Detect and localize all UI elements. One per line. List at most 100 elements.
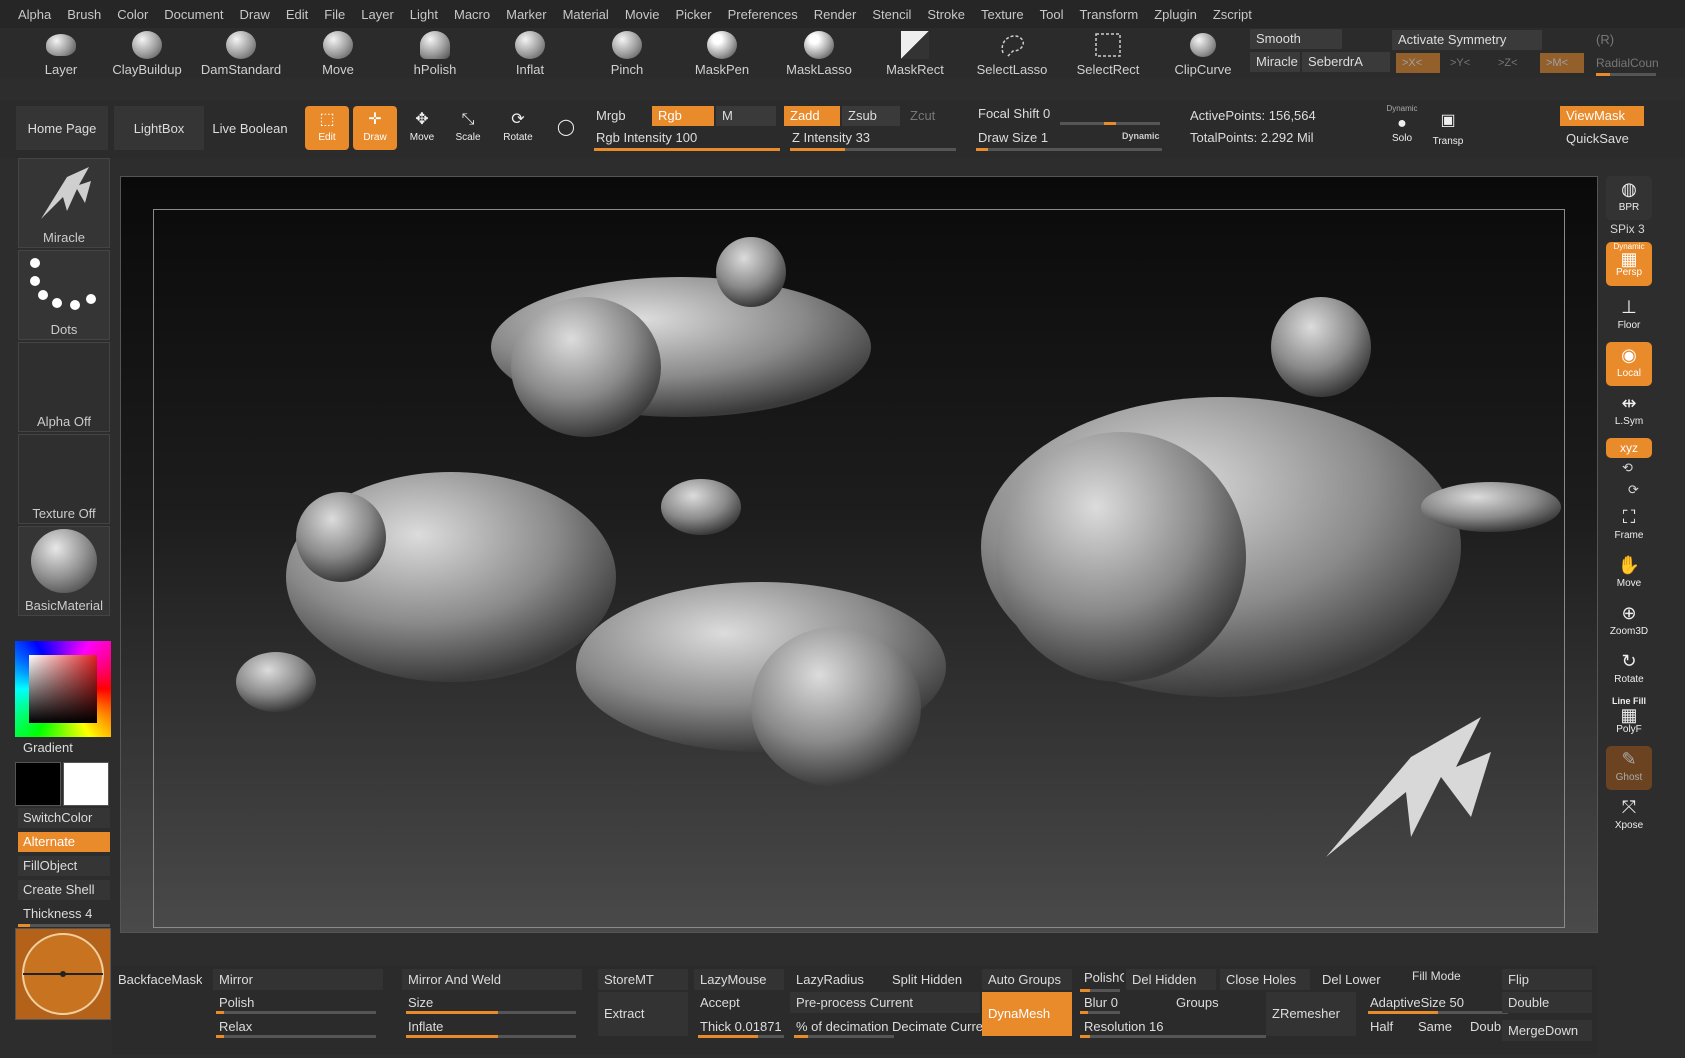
transp-button[interactable]: ▣ Transp	[1426, 104, 1470, 148]
polishg-button[interactable]: PolishG	[1078, 967, 1124, 988]
brush-selectlasso-button[interactable]: SelectLasso	[969, 28, 1055, 77]
focal-shift-slider[interactable]: Focal Shift 0	[972, 104, 1162, 124]
symmetry-x-button[interactable]: >X<	[1396, 53, 1440, 73]
z-intensity-slider[interactable]: Z Intensity 33	[786, 128, 956, 148]
menu-marker[interactable]: Marker	[498, 7, 554, 22]
ghost-button[interactable]: ✎ Ghost	[1606, 746, 1652, 790]
del-hidden-button[interactable]: Del Hidden	[1126, 969, 1216, 990]
menu-draw[interactable]: Draw	[232, 7, 278, 22]
auto-groups-button[interactable]: Auto Groups	[982, 969, 1072, 990]
fill-mode-button[interactable]: Fill Mode	[1406, 966, 1496, 987]
mrgb-button[interactable]: Mrgb	[590, 106, 650, 126]
frame-button[interactable]: ⛶ Frame	[1606, 504, 1652, 548]
inflate-slider[interactable]: Inflate	[402, 1016, 542, 1037]
menu-tool[interactable]: Tool	[1032, 7, 1072, 22]
brush-pinch-button[interactable]: Pinch	[584, 28, 670, 77]
symmetry-m-button[interactable]: >M<	[1540, 53, 1584, 73]
close-holes-button[interactable]: Close Holes	[1220, 969, 1310, 990]
extract-button[interactable]: Extract	[598, 992, 688, 1036]
menu-transform[interactable]: Transform	[1071, 7, 1146, 22]
switchcolor-button[interactable]: SwitchColor	[18, 808, 110, 828]
double-button[interactable]: Double	[1502, 992, 1592, 1013]
menu-color[interactable]: Color	[109, 7, 156, 22]
quicksave-button[interactable]: QuickSave	[1560, 129, 1644, 149]
brush-hpolish-button[interactable]: hPolish	[392, 28, 478, 77]
lazyradius-slider[interactable]: LazyRadius	[790, 969, 880, 990]
storemt-button[interactable]: StoreMT	[598, 969, 688, 990]
brush-curve-preview[interactable]	[15, 928, 111, 1020]
decimate-current-button[interactable]: Decimate Current	[886, 1016, 996, 1037]
edit-mode-button[interactable]: ⬚ Edit	[305, 106, 349, 150]
menu-brush[interactable]: Brush	[59, 7, 109, 22]
color-square[interactable]	[29, 655, 97, 723]
menu-zplugin[interactable]: Zplugin	[1146, 7, 1205, 22]
brush-layer-button[interactable]: Layer	[18, 28, 104, 77]
gradient-label[interactable]: Gradient	[18, 738, 110, 758]
home-page-button[interactable]: Home Page	[16, 106, 108, 150]
menu-picker[interactable]: Picker	[668, 7, 720, 22]
sphere-toggle-button[interactable]: ◯	[546, 106, 586, 150]
menu-zscript[interactable]: Zscript	[1205, 7, 1260, 22]
xyz-rotate-button[interactable]: xyz	[1606, 438, 1652, 458]
mirror-button[interactable]: Mirror	[213, 969, 383, 990]
menu-render[interactable]: Render	[806, 7, 865, 22]
rotate-y-icon[interactable]: ⟲	[1622, 460, 1633, 476]
draw-size-slider[interactable]: Draw Size 1	[972, 128, 1082, 148]
secondary-color-swatch[interactable]	[63, 762, 109, 806]
groups-toggle[interactable]: Groups	[1170, 992, 1230, 1013]
menu-macro[interactable]: Macro	[446, 7, 498, 22]
menu-layer[interactable]: Layer	[353, 7, 402, 22]
main-color-swatch[interactable]	[15, 762, 61, 806]
brush-maskpen-button[interactable]: MaskPen	[679, 28, 765, 77]
mergedown-button[interactable]: MergeDown	[1502, 1020, 1592, 1041]
bpr-button[interactable]: ◍ BPR	[1606, 176, 1652, 220]
move-mode-button[interactable]: ✥ Move	[400, 106, 444, 150]
menu-stencil[interactable]: Stencil	[864, 7, 919, 22]
blur-slider[interactable]: Blur 0	[1078, 992, 1168, 1013]
del-lower-button[interactable]: Del Lower	[1316, 969, 1402, 990]
live-boolean-button[interactable]: Live Boolean	[208, 106, 292, 150]
accept-button[interactable]: Accept	[694, 992, 784, 1013]
menu-material[interactable]: Material	[555, 7, 617, 22]
brush-maskrect-button[interactable]: MaskRect	[872, 28, 958, 77]
menu-file[interactable]: File	[316, 7, 353, 22]
half-button[interactable]: Half	[1364, 1016, 1410, 1037]
local-button[interactable]: ◉ Local	[1606, 342, 1652, 386]
menu-texture[interactable]: Texture	[973, 7, 1032, 22]
miracle-field[interactable]: Miracle	[1250, 52, 1300, 72]
brush-clipcurve-button[interactable]: ClipCurve	[1160, 28, 1246, 77]
menu-light[interactable]: Light	[402, 7, 446, 22]
brush-damstandard-button[interactable]: DamStandard	[198, 28, 284, 77]
menu-movie[interactable]: Movie	[617, 7, 668, 22]
alpha-selector[interactable]: Alpha Off	[18, 342, 110, 432]
viewmask-button[interactable]: ViewMask	[1560, 106, 1644, 126]
floor-button[interactable]: ⊥ Floor	[1606, 294, 1652, 338]
brush-selectrect-button[interactable]: SelectRect	[1065, 28, 1151, 77]
lazymouse-button[interactable]: LazyMouse	[694, 969, 784, 990]
m-button[interactable]: M	[716, 106, 776, 126]
move-view-button[interactable]: ✋ Move	[1606, 552, 1652, 596]
smooth-field[interactable]: Smooth	[1250, 29, 1342, 49]
scale-mode-button[interactable]: ⤡ Scale	[446, 106, 490, 150]
spix-slider[interactable]: SPix 3	[1610, 222, 1645, 236]
menu-document[interactable]: Document	[156, 7, 231, 22]
solo-button[interactable]: Dynamic ● Solo	[1380, 104, 1424, 148]
brush-claybuildup-button[interactable]: ClayBuildup	[104, 28, 190, 77]
rotate-mode-button[interactable]: ⟳ Rotate	[496, 106, 540, 150]
material-selector[interactable]: BasicMaterial	[18, 526, 110, 616]
zcut-button[interactable]: Zcut	[904, 106, 960, 126]
resolution-slider[interactable]: Resolution 16	[1078, 1016, 1268, 1037]
menu-stroke[interactable]: Stroke	[919, 7, 973, 22]
rgb-intensity-slider[interactable]: Rgb Intensity 100	[590, 128, 780, 148]
brush-selector[interactable]: Miracle	[18, 158, 110, 248]
brush-masklasso-button[interactable]: MaskLasso	[776, 28, 862, 77]
fillobject-button[interactable]: FillObject	[18, 856, 110, 876]
preprocess-current-button[interactable]: Pre-process Current	[790, 992, 980, 1013]
radial-count-slider[interactable]: RadialCoun	[1590, 53, 1665, 73]
polyf-button[interactable]: Line Fill ▦ PolyF	[1606, 696, 1652, 740]
rgb-button[interactable]: Rgb	[652, 106, 714, 126]
activate-symmetry-button[interactable]: Activate Symmetry	[1392, 30, 1542, 50]
split-hidden-button[interactable]: Split Hidden	[886, 969, 976, 990]
backfacemask-button[interactable]: BackfaceMask	[112, 969, 202, 990]
same-button[interactable]: Same	[1412, 1016, 1462, 1037]
